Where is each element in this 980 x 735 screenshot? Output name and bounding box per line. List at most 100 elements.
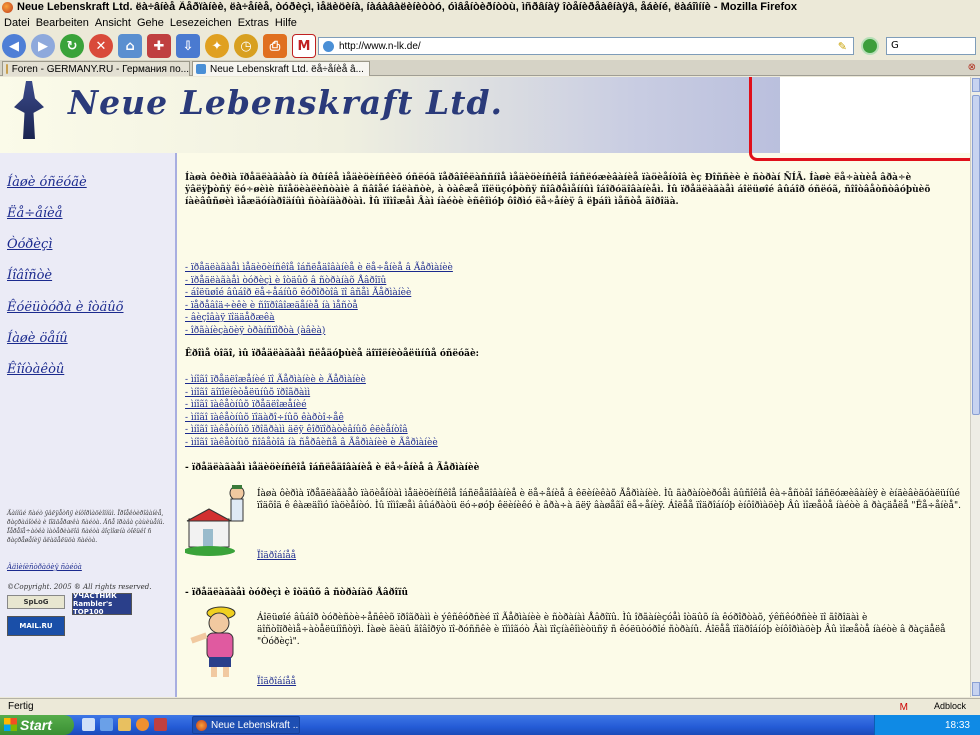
intro-block: Íàøà ôèðìà ïðåäëàãàåò íà ðûíêå ìåäèöèíñê… xyxy=(185,172,953,208)
firefox-icon xyxy=(2,1,13,13)
quicklaunch-firefox-icon[interactable] xyxy=(136,718,149,731)
service-link[interactable]: - îðãàíèçàöèÿ òðàíñïîðòà (àâèà) xyxy=(185,325,453,338)
mailru-counter-badge[interactable]: MAIL.RU xyxy=(7,616,65,636)
sidebar-item-treatment[interactable]: Ëå÷åíèå xyxy=(7,206,63,221)
lightbulb-icon[interactable]: ✦ xyxy=(205,34,229,58)
quicklaunch-desktop-icon[interactable] xyxy=(82,718,95,731)
quicklaunch-ie-icon[interactable] xyxy=(100,718,113,731)
site-logo[interactable]: Neue Lebenskraft Ltd. xyxy=(68,83,503,122)
doctor-hospital-illustration xyxy=(185,485,245,556)
firefox-icon xyxy=(196,720,207,731)
menu-hilfe[interactable]: Hilfe xyxy=(275,17,301,29)
offer-link[interactable]: - ìíîãî ïàêåòíûõ ïðåäëîæåíèé xyxy=(185,399,438,412)
status-text: Fertig xyxy=(8,701,34,712)
scroll-down-button[interactable] xyxy=(972,682,980,696)
copyright: ©Copyright. 2005 ® All rights reserved. xyxy=(7,583,152,591)
back-icon[interactable]: ◀ xyxy=(2,34,26,58)
adblock-button[interactable]: Adblock xyxy=(934,701,966,711)
go-button[interactable] xyxy=(861,37,879,55)
sidebar-item-services[interactable]: Íàøè óñëóãè xyxy=(7,175,87,190)
tab-foren[interactable]: Foren - GERMANY.RU - Германия по... xyxy=(2,61,190,76)
sidebar-item-tourism[interactable]: Òóðèçì xyxy=(7,237,52,252)
service-link[interactable]: - áîëüøîé âûáîð ëå÷åáíûõ êóðîðòîâ ïî âñå… xyxy=(185,287,453,300)
scroll-thumb[interactable] xyxy=(972,95,980,415)
menu-ansicht[interactable]: Ansicht xyxy=(95,17,135,29)
clock[interactable]: 18:33 xyxy=(945,720,970,731)
menu-extras[interactable]: Extras xyxy=(238,17,273,29)
taskbar-item-firefox[interactable]: Neue Lebenskraft ... xyxy=(192,716,300,734)
start-button[interactable]: Start xyxy=(0,715,74,735)
stop-icon[interactable]: ✕ xyxy=(89,34,113,58)
tourist-illustration xyxy=(190,606,236,677)
forward-icon[interactable]: ▶ xyxy=(31,34,55,58)
services-list: - ïðåäëàãàåì ìåäèöèíñêîå îáñëåäîâàíèå è … xyxy=(185,262,453,337)
menu-gehe[interactable]: Gehe xyxy=(137,17,168,29)
start-label: Start xyxy=(20,717,52,733)
sidebar-item-prices[interactable]: Íàøè öåíû xyxy=(7,331,68,346)
offer-link[interactable]: - ìíîãî äîïîëíèòåëüíûõ ïðîãðàìì xyxy=(185,387,438,400)
service-link[interactable]: - âèçîâàÿ ïîääåðæêà xyxy=(185,312,453,325)
article-text: Íàøà ôèðìà ïðåäëàãàåò ïàöèåíòàì ìåäèöèíñ… xyxy=(257,489,961,511)
vertical-scrollbar[interactable] xyxy=(970,77,980,697)
taskbar: Start Neue Lebenskraft ... DE 18:33 xyxy=(0,715,980,735)
tab-favicon-icon xyxy=(6,64,8,74)
tab-bar: Foren - GERMANY.RU - Германия по... Neue… xyxy=(0,60,980,76)
bookmark-icon[interactable]: ✚ xyxy=(147,34,171,58)
print-icon[interactable]: ⎙ xyxy=(263,34,287,58)
mail-notify-icon[interactable]: M xyxy=(900,702,908,713)
tab-favicon-icon xyxy=(196,64,206,74)
tab-neue-lebenskraft[interactable]: Neue Lebenskraft Ltd. ëå÷åíèå â... xyxy=(192,61,370,76)
article-text: Áîëüøîé âûáîð òóðèñòè÷åñêèõ ïðîãðàìì è ý… xyxy=(257,613,946,647)
address-bar[interactable]: http://www.n-lk.de/ ✎ xyxy=(318,37,854,55)
rambler-top100-badge[interactable]: УЧАСТНИК Rambler's TOP100 xyxy=(72,592,132,616)
article-more-link[interactable]: Ïîäðîáíåå xyxy=(257,677,296,687)
logo-figure-icon xyxy=(14,81,44,139)
status-bar: Fertig M Adblock xyxy=(0,698,980,714)
menubar: Datei Bearbeiten Ansicht Gehe Lesezeiche… xyxy=(0,15,980,31)
sidebar-item-culture[interactable]: Êóëüòóðà è îòäûõ xyxy=(7,300,124,315)
tab-label: Neue Lebenskraft Ltd. ëå÷åíèå â... xyxy=(210,63,364,75)
taskbar-item-label: Neue Lebenskraft ... xyxy=(211,719,300,731)
article-heading: - ïðåäëàãàåì òóðèçì è îòäûõ â ñòðàíàõ Åâ… xyxy=(185,588,409,598)
window-titlebar: Neue Lebenskraft Ltd. ëà÷âíèå Ãåðïàíèè, … xyxy=(0,0,980,14)
download-icon[interactable]: ⇩ xyxy=(176,34,200,58)
highlight-annotation xyxy=(749,77,970,161)
mail-icon[interactable]: M xyxy=(292,34,316,58)
menu-datei[interactable]: Datei xyxy=(4,17,34,29)
quicklaunch-app-icon[interactable] xyxy=(154,718,167,731)
service-link[interactable]: - ïåðåâîä÷èêè è ñîïðîâîæäåíèå íà ìåñòå xyxy=(185,300,453,313)
sidebar-note: Äàííûé ñàéò ÿâëÿåòñÿ èíôîðìàöèîííûì. Ïðî… xyxy=(7,510,165,544)
sidebar-admin-link[interactable]: Àäìèíèñòðàöèÿ ñàéòà xyxy=(7,563,82,571)
rss-icon[interactable]: ✎ xyxy=(838,40,847,53)
menu-lesezeichen[interactable]: Lesezeichen xyxy=(170,17,236,29)
offer-link[interactable]: - ìíîãî ïàêåòíûõ ñîâåòîâ íà ñåðâèñå â Ãå… xyxy=(185,437,438,450)
clock-icon[interactable]: ◷ xyxy=(234,34,258,58)
reload-icon[interactable]: ↻ xyxy=(60,34,84,58)
close-tab-icon[interactable]: ⊗ xyxy=(968,62,976,73)
windows-logo-icon xyxy=(4,718,17,731)
window-title: Neue Lebenskraft Ltd. ëà÷âíèå Ãåðïàíèè, … xyxy=(17,1,797,13)
site-globe-icon xyxy=(323,40,334,52)
tab-label: Foren - GERMANY.RU - Германия по... xyxy=(11,63,189,75)
offers-heading: Êðîìå òîãî, ìû ïðåäëàãàåì ñëåäóþùèå äîïî… xyxy=(185,349,479,359)
sidebar-item-contacts[interactable]: Êîíòàêòû xyxy=(7,362,64,377)
search-input[interactable]: G xyxy=(886,37,976,55)
site-header: Neue Lebenskraft Ltd. xyxy=(0,77,970,161)
article-more-link[interactable]: Ïîäðîáíåå xyxy=(257,551,296,561)
offer-link[interactable]: - ìíîãî ïàêåòíûõ ïðîãðàìì äëÿ êîðïîðàòèâ… xyxy=(185,424,438,437)
offer-link[interactable]: - ìíîãî ïàêåòíûõ ïîäàðî÷íûõ êàðòî÷åê xyxy=(185,412,438,425)
sidebar-item-news[interactable]: Íîâîñòè xyxy=(7,268,52,283)
menu-bearbeiten[interactable]: Bearbeiten xyxy=(36,17,93,29)
scroll-up-button[interactable] xyxy=(972,78,980,92)
offers-list: - ìíîãî ïðåäëîæåíèé ïî Ãåðìàíèè è Ãåðìàí… xyxy=(185,374,438,449)
url-input[interactable]: http://www.n-lk.de/ xyxy=(339,41,421,52)
system-tray: 18:33 xyxy=(874,715,980,735)
offer-link[interactable]: - ìíîãî ïðåäëîæåíèé ïî Ãåðìàíèè è Ãåðìàí… xyxy=(185,374,438,387)
splog-badge[interactable]: SpLoG xyxy=(7,595,65,609)
quicklaunch-folder-icon[interactable] xyxy=(118,718,131,731)
service-link[interactable]: - ïðåäëàãàåì òóðèçì è îòäûõ â ñòðàíàõ Åâ… xyxy=(185,275,453,288)
home-icon[interactable]: ⌂ xyxy=(118,34,142,58)
service-link[interactable]: - ïðåäëàãàåì ìåäèöèíñêîå îáñëåäîâàíèå è … xyxy=(185,262,453,275)
intro-text: Íàøà ôèðìà ïðåäëàãàåò íà ðûíêå ìåäèöèíñê… xyxy=(185,173,931,207)
screen: Neue Lebenskraft Ltd. ëà÷âíèå Ãåðïàíèè, … xyxy=(0,0,980,735)
